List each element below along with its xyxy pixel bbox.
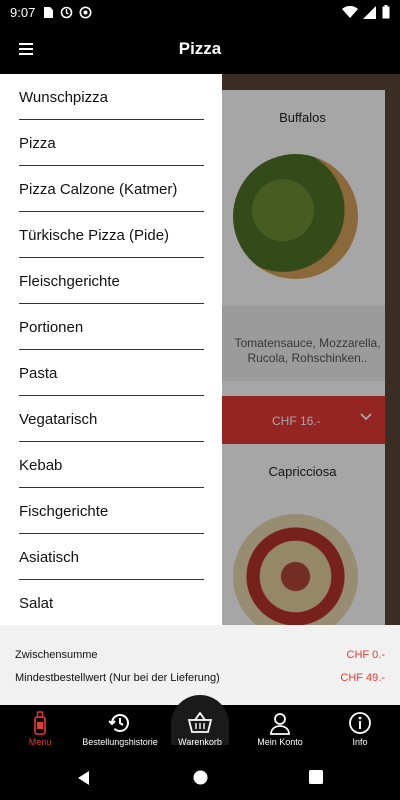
drawer-item-asiatisch[interactable]: Asiatisch (19, 534, 204, 580)
product-image (233, 514, 358, 625)
minimum-order-value: CHF 49.- (340, 672, 385, 684)
nav-basket-label: Warenkorb (178, 737, 222, 747)
product-title: Buffalos (279, 110, 326, 125)
product-card[interactable]: Buffalos Tomatensauce, Mozzarella, Rucol… (220, 90, 385, 446)
back-icon[interactable] (76, 770, 92, 786)
navigation-drawer: Wunschpizza Pizza Pizza Calzone (Katmer)… (0, 74, 222, 625)
price-button[interactable]: CHF 16.- (220, 396, 385, 446)
nav-info[interactable]: Info (334, 705, 386, 757)
drawer-item-pizza[interactable]: Pizza (19, 120, 204, 166)
description-band (220, 306, 385, 381)
nav-account-label: Mein Konto (257, 737, 303, 747)
history-icon (108, 714, 129, 732)
product-title: Capricciosa (268, 464, 337, 479)
nav-menu-label: Menu (28, 737, 52, 747)
menu-icon (34, 711, 46, 735)
drawer-item-pizza-calzone[interactable]: Pizza Calzone (Katmer) (19, 166, 204, 212)
subtotal-value: CHF 0.- (346, 649, 386, 661)
minimum-order-row: Mindestbestellwert (Nur bei der Lieferun… (15, 672, 385, 684)
system-navigation-bar (0, 757, 400, 800)
app-bar: Pizza (0, 24, 400, 74)
drawer-item-tuerkische-pizza[interactable]: Türkische Pizza (Pide) (19, 212, 204, 258)
nav-history[interactable]: Bestellungshistorie (76, 705, 164, 757)
status-time: 9:07 (10, 4, 36, 20)
status-bar: 9:07 (0, 0, 400, 24)
nav-account[interactable]: Mein Konto (250, 705, 310, 757)
nav-history-label: Bestellungshistorie (82, 737, 158, 747)
drawer-item-kebab[interactable]: Kebab (19, 442, 204, 488)
product-card[interactable]: Capricciosa (220, 444, 385, 625)
basket-icon (187, 711, 213, 733)
account-icon (270, 713, 290, 735)
page-title: Pizza (178, 39, 222, 58)
subtotal-row: Zwischensumme CHF 0.- (15, 649, 385, 661)
drawer-item-fleischgerichte[interactable]: Fleischgerichte (19, 258, 204, 304)
sim-card-icon (44, 6, 54, 18)
product-price: CHF 16.- (272, 414, 321, 428)
product-description: Tomatensauce, Mozzarella, Rucola, Rohsch… (234, 336, 381, 365)
product-image (233, 154, 358, 279)
bottom-navigation: Menu Bestellungshistorie Warenkorb Mein … (0, 695, 400, 757)
order-summary: Zwischensumme CHF 0.- Mindestbestellwert… (0, 625, 400, 705)
minimum-order-label: Mindestbestellwert (Nur bei der Lieferun… (15, 672, 220, 684)
info-icon (349, 712, 371, 734)
battery-icon (382, 5, 390, 19)
drawer-item-portionen[interactable]: Portionen (19, 304, 204, 350)
sync-icon (61, 6, 73, 18)
recents-icon[interactable] (309, 770, 323, 784)
nav-info-label: Info (352, 737, 368, 747)
drawer-item-fischgerichte[interactable]: Fischgerichte (19, 488, 204, 534)
nav-menu[interactable]: Menu (14, 705, 66, 757)
home-icon[interactable] (193, 770, 208, 785)
drawer-item-pasta[interactable]: Pasta (19, 350, 204, 396)
drawer-item-salat[interactable]: Salat (19, 580, 204, 625)
subtotal-label: Zwischensumme (15, 649, 98, 661)
nav-basket[interactable]: Warenkorb (170, 705, 230, 757)
wifi-icon (342, 5, 358, 18)
chevron-down-icon (360, 413, 372, 421)
signal-icon (363, 5, 376, 19)
drawer-item-wunschpizza[interactable]: Wunschpizza (19, 74, 204, 120)
drawer-item-vegatarisch[interactable]: Vegatarisch (19, 396, 204, 442)
at-icon (79, 6, 92, 18)
